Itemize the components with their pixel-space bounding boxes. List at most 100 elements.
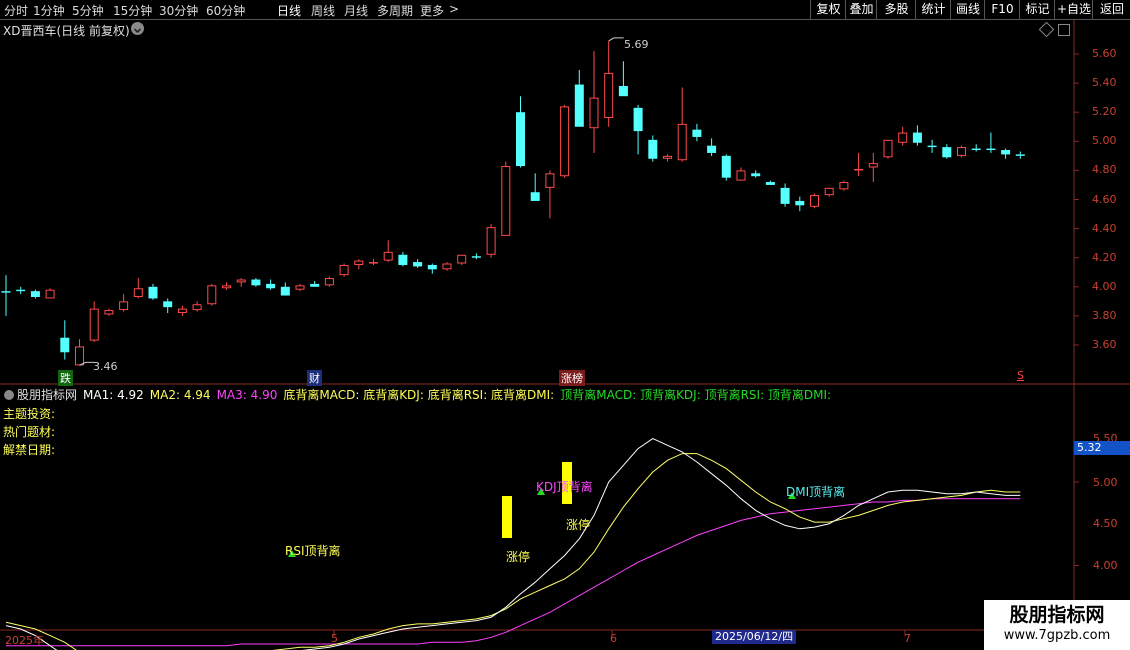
candle-body-up	[236, 279, 246, 283]
candle-body-up	[486, 227, 496, 255]
candle-body-up	[295, 285, 305, 290]
candle-body-up	[104, 310, 114, 315]
price-tick: 5.20	[1092, 105, 1117, 119]
candle-body-down	[398, 254, 408, 265]
candle-body-down	[765, 182, 775, 185]
candle-body-down	[280, 286, 290, 296]
candle-body-up	[383, 251, 393, 261]
indicator-tick-500: 5.00	[1093, 476, 1118, 489]
candle-body-down	[251, 279, 261, 286]
candle-body-up	[207, 285, 217, 305]
candle-body-up	[222, 285, 231, 289]
candle-body-down	[1001, 150, 1011, 155]
indicator-header: 股朋指标网 MA1: 4.92 MA2: 4.94 MA3: 4.90 底背离MACD:…	[0, 386, 1075, 402]
top-divergence-label: 顶背离MACD: 顶背离KDJ: 顶背离RSI: 顶背离DMI:	[560, 388, 832, 402]
candle-body-up	[545, 173, 555, 188]
candle-body-down	[912, 132, 922, 143]
candle-body-down	[986, 148, 996, 151]
candle-body-down	[633, 107, 643, 132]
candle-body-down	[574, 84, 584, 127]
limit-up-label-2: 涨停	[566, 518, 591, 532]
candle-body-down	[618, 86, 628, 97]
candle-body-up	[192, 304, 202, 311]
candle-body-up	[45, 289, 55, 299]
candle-body-up	[324, 278, 334, 286]
unlock-date-label: 解禁日期:	[3, 443, 56, 457]
bottom-divergence-label: 底背离MACD: 底背离KDJ: 底背离RSI: 底背离DMI:	[283, 388, 555, 402]
candle-body-down	[780, 187, 790, 204]
indicator-tick-450: 4.50	[1093, 517, 1118, 530]
candle-body-up	[589, 97, 599, 129]
candle-body-down	[310, 283, 320, 287]
price-tick: 3.60	[1092, 338, 1117, 351]
ma3-line	[6, 498, 1021, 647]
candle-body-down	[692, 129, 702, 137]
candle-body-up	[883, 139, 893, 158]
price-tick: 4.40	[1092, 221, 1117, 235]
candle-body-down	[60, 337, 70, 353]
candle-body-down	[413, 262, 423, 267]
hot-topic-label: 热门题材:	[3, 425, 56, 439]
candle-body-down	[16, 289, 26, 292]
candle-body-up	[810, 195, 819, 207]
indicator-name[interactable]: 股朋指标网	[17, 388, 77, 402]
dmi-divergence-label: DMI顶背离	[786, 485, 846, 499]
candle-body-down	[795, 200, 805, 206]
candle-body-down	[971, 148, 981, 151]
candle-body-up	[839, 182, 849, 190]
kline-chart[interactable]	[0, 0, 1130, 650]
candle-body-up	[177, 308, 187, 313]
candle-body-down	[648, 139, 658, 159]
candle-body-down	[530, 192, 540, 201]
ma1-value: MA1: 4.92	[83, 388, 144, 402]
candle-body-down	[148, 286, 158, 299]
candle-body-up	[957, 147, 966, 156]
date-tick-june: 6	[610, 632, 617, 645]
candle-body-up	[442, 263, 452, 270]
low-price-label: 3.46	[93, 360, 118, 373]
candle-body-up	[339, 264, 349, 276]
candle-body-up	[75, 346, 84, 366]
candle-body-up	[119, 301, 129, 311]
price-tick: 4.00	[1092, 279, 1117, 293]
candle-body-down	[427, 264, 437, 270]
drop-tag[interactable]: 跌	[58, 370, 73, 386]
gear-icon[interactable]	[4, 390, 14, 400]
watermark: 股朋指标网 www.7gpzb.com	[984, 600, 1130, 650]
high-pointer	[608, 37, 624, 42]
ma3-value: MA3: 4.90	[216, 388, 278, 402]
candle-body-up	[133, 288, 143, 297]
dividend-tag[interactable]: S	[1015, 369, 1026, 382]
candle-body-up	[457, 254, 467, 264]
ma2-value: MA2: 4.94	[149, 388, 211, 402]
limit-up-label-1: 涨停	[506, 550, 531, 564]
candle-body-down	[751, 173, 761, 177]
candle-body-up	[663, 155, 672, 159]
watermark-url: www.7gpzb.com	[1003, 628, 1111, 643]
candle-body-down	[1, 291, 11, 293]
finance-tag[interactable]: 财	[307, 370, 322, 386]
candle-body-up	[868, 163, 878, 168]
candle-body-up	[501, 166, 511, 236]
candle-body-down	[516, 112, 525, 167]
candle-body-up	[354, 260, 364, 265]
candle-body-down	[721, 155, 731, 178]
candle-body-up	[369, 262, 378, 264]
watermark-title: 股朋指标网	[1009, 604, 1105, 626]
limit-list-tag[interactable]: 涨榜	[559, 370, 585, 386]
price-tick: 3.80	[1092, 308, 1117, 322]
candle-body-up	[604, 72, 614, 119]
candle-body-up	[677, 123, 687, 161]
price-tick: 4.60	[1092, 192, 1117, 206]
rsi-divergence-label: RSI顶背离	[285, 544, 341, 558]
indicator-current-value: 5.32	[1074, 441, 1130, 455]
candle-body-down	[1015, 154, 1025, 156]
limit-up-bar-1	[502, 496, 512, 538]
indicator-tick-400: 4.00	[1093, 559, 1118, 572]
high-price-label: 5.69	[624, 38, 649, 51]
candle-body-down	[30, 291, 40, 297]
candle-body-down	[942, 147, 952, 158]
candle-body-down	[266, 283, 276, 289]
candle-body-down	[471, 256, 481, 258]
date-tick-july: 7	[904, 632, 911, 645]
